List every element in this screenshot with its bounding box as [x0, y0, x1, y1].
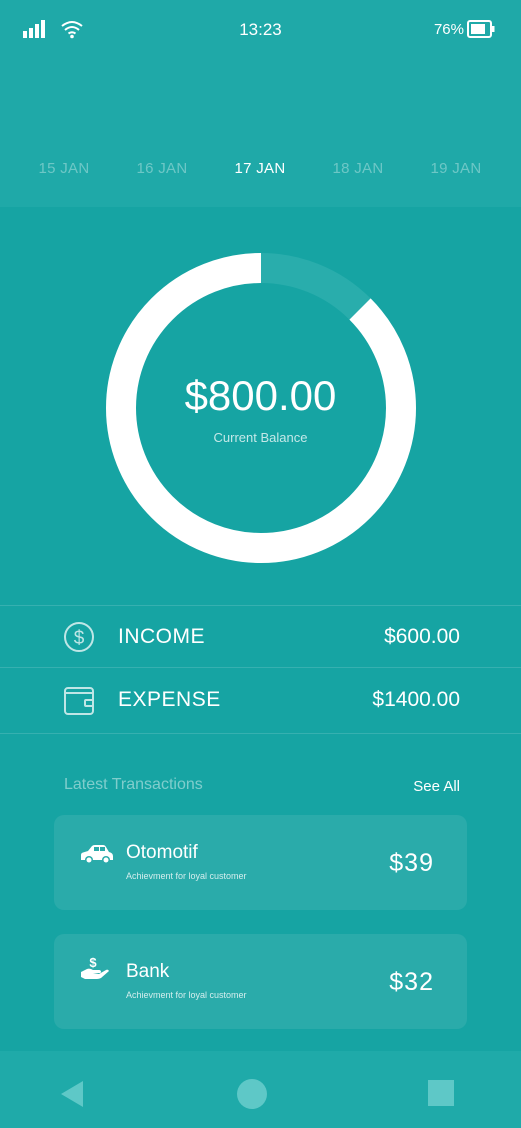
transaction-amount: $32 [389, 968, 434, 996]
battery-percentage: 76% [433, 21, 464, 38]
svg-text:$: $ [89, 956, 97, 970]
car-icon [81, 845, 113, 864]
date-tab[interactable]: 18 JAN [308, 160, 408, 177]
date-tab[interactable]: 15 JAN [14, 160, 114, 177]
date-selector: 15 JAN 16 JAN 17 JAN 18 JAN 19 JAN [0, 160, 521, 184]
transaction-title: Otomotif [126, 842, 198, 863]
transaction-card[interactable]: Otomotif Achievment for loyal customer $… [54, 815, 467, 910]
see-all-link[interactable]: See All [413, 778, 460, 795]
date-tab-active[interactable]: 17 JAN [210, 160, 310, 177]
wallet-icon [64, 687, 94, 715]
battery-icon [467, 20, 495, 38]
dollar-circle-icon: $ [64, 622, 94, 652]
recent-apps-icon[interactable] [428, 1080, 454, 1106]
svg-text:$: $ [74, 628, 85, 649]
home-icon[interactable] [237, 1079, 267, 1109]
expense-row[interactable]: EXPENSE $1400.00 [0, 668, 521, 732]
hand-dollar-icon: $ [81, 956, 109, 979]
latest-transactions-heading: Latest Transactions [64, 776, 203, 793]
transaction-title: Bank [126, 961, 170, 982]
transaction-subtitle: Achievment for loyal customer [126, 990, 247, 1000]
date-tab[interactable]: 19 JAN [406, 160, 506, 177]
transaction-subtitle: Achievment for loyal customer [126, 871, 247, 881]
back-icon[interactable] [61, 1081, 85, 1107]
divider [0, 733, 521, 734]
status-bar: 13:23 76% [0, 0, 521, 60]
date-tab[interactable]: 16 JAN [112, 160, 212, 177]
income-label: INCOME [118, 625, 205, 648]
android-nav-bar [0, 1051, 521, 1128]
current-balance-label: Current Balance [213, 430, 308, 445]
expense-label: EXPENSE [118, 688, 221, 711]
current-balance-value: $800.00 [184, 372, 337, 419]
expense-value: $1400.00 [372, 688, 460, 711]
income-row[interactable]: $ INCOME $600.00 [0, 605, 521, 669]
income-value: $600.00 [384, 625, 460, 648]
transaction-card[interactable]: $ Bank Achievment for loyal customer $32 [54, 934, 467, 1029]
transaction-amount: $39 [389, 849, 434, 877]
